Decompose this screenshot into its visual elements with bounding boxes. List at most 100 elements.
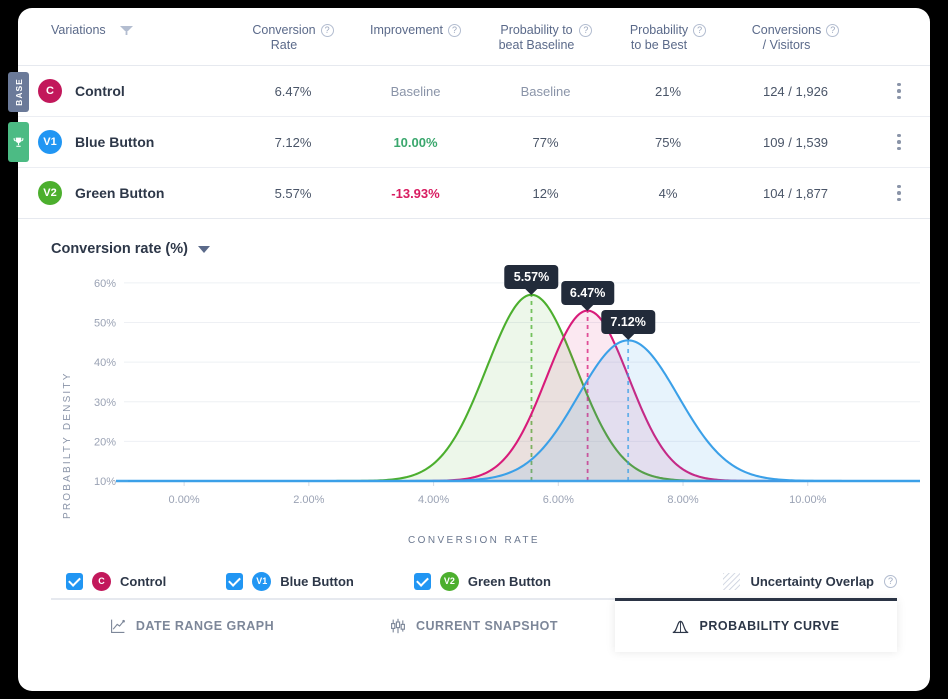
hatch-pattern-icon: [723, 573, 740, 590]
table-row[interactable]: BASE C Control 6.47% Baseline Baseline 2…: [18, 66, 930, 117]
column-label: Conversion Rate: [252, 23, 315, 53]
legend-item-green-button[interactable]: V2 Green Button: [414, 572, 551, 591]
cell-improvement: -13.93%: [353, 186, 478, 201]
column-label: Probability to be Best: [630, 23, 688, 53]
column-label-line2: Rate: [271, 38, 297, 52]
trophy-icon: [12, 136, 25, 149]
kebab-menu-icon[interactable]: [868, 185, 930, 202]
uncertainty-overlap-legend: Uncertainty Overlap ?: [723, 573, 897, 590]
legend-label: Control: [120, 574, 166, 589]
row-variation-name: V2 Green Button: [18, 181, 233, 205]
analytics-card: Variations Conversion Rate ? Improvement…: [18, 8, 930, 691]
column-header-probability-beat-baseline: Probability to beat Baseline ?: [478, 23, 613, 53]
table-row[interactable]: V1 Blue Button 7.12% 10.00% 77% 75% 109 …: [18, 117, 930, 168]
cell-improvement: Baseline: [353, 84, 478, 99]
legend-label: Green Button: [468, 574, 551, 589]
row-variation-name: C Control: [18, 79, 233, 103]
svg-text:4.00%: 4.00%: [418, 494, 449, 506]
column-label: Probability to beat Baseline: [499, 23, 575, 53]
legend-checkbox[interactable]: [66, 573, 83, 590]
column-label: Conversions / Visitors: [752, 23, 821, 53]
winner-side-badge: [8, 122, 29, 162]
variations-table: Variations Conversion Rate ? Improvement…: [18, 8, 930, 219]
chart-metric-selector[interactable]: Conversion rate (%): [18, 241, 930, 257]
cell-probability-beat-baseline: Baseline: [478, 84, 613, 99]
svg-text:8.00%: 8.00%: [667, 494, 698, 506]
svg-text:30%: 30%: [94, 397, 116, 409]
svg-text:20%: 20%: [94, 436, 116, 448]
svg-text:2.00%: 2.00%: [293, 494, 324, 506]
variation-label: Green Button: [75, 185, 164, 201]
cell-conversion-rate: 6.47%: [233, 84, 353, 99]
tab-date-range-graph[interactable]: DATE RANGE GRAPH: [51, 600, 333, 652]
table-row[interactable]: V2 Green Button 5.57% -13.93% 12% 4% 104…: [18, 168, 930, 219]
tab-label: DATE RANGE GRAPH: [136, 619, 274, 633]
column-header-conversion-rate: Conversion Rate ?: [233, 23, 353, 53]
column-label: Variations: [51, 23, 106, 38]
filter-icon[interactable]: [120, 26, 133, 35]
column-label-line1: Probability to: [500, 23, 572, 37]
column-label-line1: Conversion: [252, 23, 315, 37]
legend-label: Blue Button: [280, 574, 354, 589]
variation-label: Control: [75, 83, 125, 99]
line-graph-icon: [110, 618, 126, 634]
cell-conversion-rate: 7.12%: [233, 135, 353, 150]
column-label-line2: to be Best: [631, 38, 687, 52]
legend-item-control[interactable]: C Control: [66, 572, 166, 591]
help-icon[interactable]: ?: [826, 24, 839, 37]
column-label-line2: beat Baseline: [499, 38, 575, 52]
help-icon[interactable]: ?: [579, 24, 592, 37]
tab-current-snapshot[interactable]: CURRENT SNAPSHOT: [333, 600, 615, 652]
column-label-line1: Probability: [630, 23, 688, 37]
cell-probability-beat-baseline: 12%: [478, 186, 613, 201]
legend-item-blue-button[interactable]: V1 Blue Button: [226, 572, 354, 591]
help-icon[interactable]: ?: [884, 575, 897, 588]
curve-svg: 10% 20% 30% 40% 50% 60% 0.00% 2.00% 4.00% 6.00% 8.…: [18, 263, 930, 513]
column-header-probability-best: Probability to be Best ?: [613, 23, 723, 53]
row-variation-name: V1 Blue Button: [18, 130, 233, 154]
svg-text:50%: 50%: [94, 318, 116, 330]
peak-tooltip: 6.47%: [561, 281, 614, 305]
cell-conversion-rate: 5.57%: [233, 186, 353, 201]
cell-conversions-visitors: 124 / 1,926: [723, 84, 868, 99]
probability-curve-chart: Conversion rate (%) PROBABILTY DENSITY 1…: [18, 219, 930, 546]
kebab-menu-icon[interactable]: [868, 134, 930, 151]
cell-probability-best: 21%: [613, 84, 723, 99]
candlestick-icon: [390, 618, 406, 634]
baseline-side-badge: BASE: [8, 72, 29, 112]
chart-legend: C Control V1 Blue Button V2 Green Button…: [18, 546, 930, 598]
svg-text:10.00%: 10.00%: [789, 494, 827, 506]
help-icon[interactable]: ?: [693, 24, 706, 37]
svg-text:0.00%: 0.00%: [169, 494, 200, 506]
chevron-down-icon[interactable]: [198, 246, 210, 253]
cell-probability-best: 4%: [613, 186, 723, 201]
legend-checkbox[interactable]: [226, 573, 243, 590]
column-label: Improvement: [370, 23, 443, 38]
bottom-tabs: DATE RANGE GRAPH CURRENT SNAPSHOT PROBAB…: [51, 598, 897, 652]
tab-label: CURRENT SNAPSHOT: [416, 619, 558, 633]
svg-text:40%: 40%: [94, 357, 116, 369]
chart-title: Conversion rate (%): [51, 241, 188, 257]
svg-text:6.00%: 6.00%: [543, 494, 574, 506]
x-axis-label: CONVERSION RATE: [18, 535, 930, 546]
baseline-side-badge-label: BASE: [14, 78, 24, 106]
peak-tooltip: 5.57%: [505, 265, 558, 289]
column-label-line1: Conversions: [752, 23, 821, 37]
column-label-line2: / Visitors: [763, 38, 811, 52]
help-icon[interactable]: ?: [321, 24, 334, 37]
variation-avatar: V2: [440, 572, 459, 591]
svg-text:10%: 10%: [94, 476, 116, 488]
variation-avatar: C: [92, 572, 111, 591]
tab-label: PROBABILITY CURVE: [699, 619, 839, 633]
cell-probability-best: 75%: [613, 135, 723, 150]
tab-probability-curve[interactable]: PROBABILITY CURVE: [615, 600, 897, 652]
column-header-improvement: Improvement ?: [353, 23, 478, 38]
cell-improvement: 10.00%: [353, 135, 478, 150]
bell-curve-icon: [672, 619, 689, 634]
svg-text:60%: 60%: [94, 278, 116, 290]
help-icon[interactable]: ?: [448, 24, 461, 37]
cell-conversions-visitors: 109 / 1,539: [723, 135, 868, 150]
kebab-menu-icon[interactable]: [868, 83, 930, 100]
legend-checkbox[interactable]: [414, 573, 431, 590]
variation-avatar: C: [38, 79, 62, 103]
